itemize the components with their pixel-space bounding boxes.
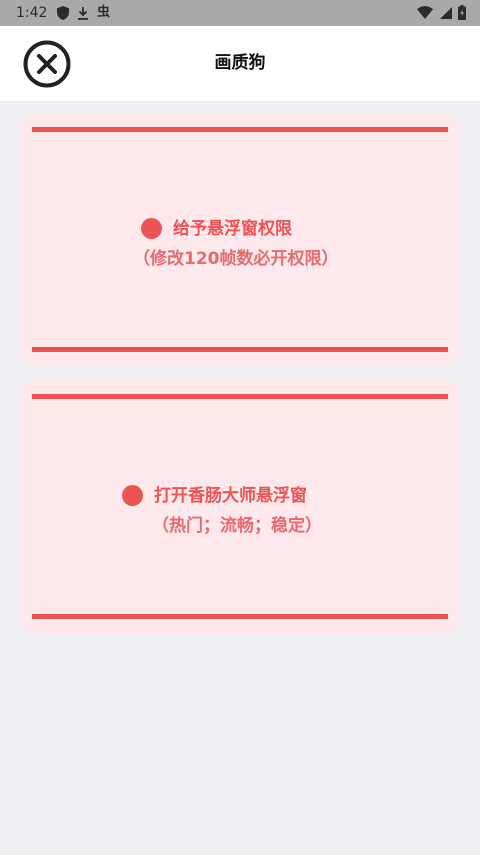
shield-icon xyxy=(57,6,69,20)
download-icon xyxy=(77,6,89,20)
status-bar: 1:42 虫 xyxy=(0,0,480,26)
card-bottom-line xyxy=(32,347,448,352)
card-title: 给予悬浮窗权限 xyxy=(173,219,292,239)
status-left-icons: 虫 xyxy=(57,5,110,21)
bug-icon: 虫 xyxy=(97,5,111,20)
card-bottom-line xyxy=(32,614,448,619)
header: 画质狗 xyxy=(0,26,480,101)
status-time: 1:42 xyxy=(16,5,48,21)
battery-icon xyxy=(458,5,466,20)
card-open-sausage-master-overlay[interactable]: 打开香肠大师悬浮窗 （热门；流畅；稳定） xyxy=(20,380,460,633)
card-top-line xyxy=(32,394,448,399)
card-top-line xyxy=(32,127,448,132)
card-subtitle: （修改120帧数必开权限） xyxy=(133,249,339,269)
cell-signal-icon xyxy=(439,6,452,20)
wifi-icon xyxy=(417,5,433,20)
bullet-dot-icon xyxy=(141,218,162,239)
close-circle-icon xyxy=(23,40,71,88)
card-subtitle: （热门；流畅；稳定） xyxy=(152,516,322,536)
card-grant-overlay-permission[interactable]: 给予悬浮窗权限 （修改120帧数必开权限） xyxy=(20,113,460,366)
bullet-dot-icon xyxy=(122,485,143,506)
card-title: 打开香肠大师悬浮窗 xyxy=(154,486,307,506)
page-title: 画质狗 xyxy=(214,53,266,73)
status-right-icons xyxy=(417,5,466,20)
close-button[interactable] xyxy=(23,40,71,88)
